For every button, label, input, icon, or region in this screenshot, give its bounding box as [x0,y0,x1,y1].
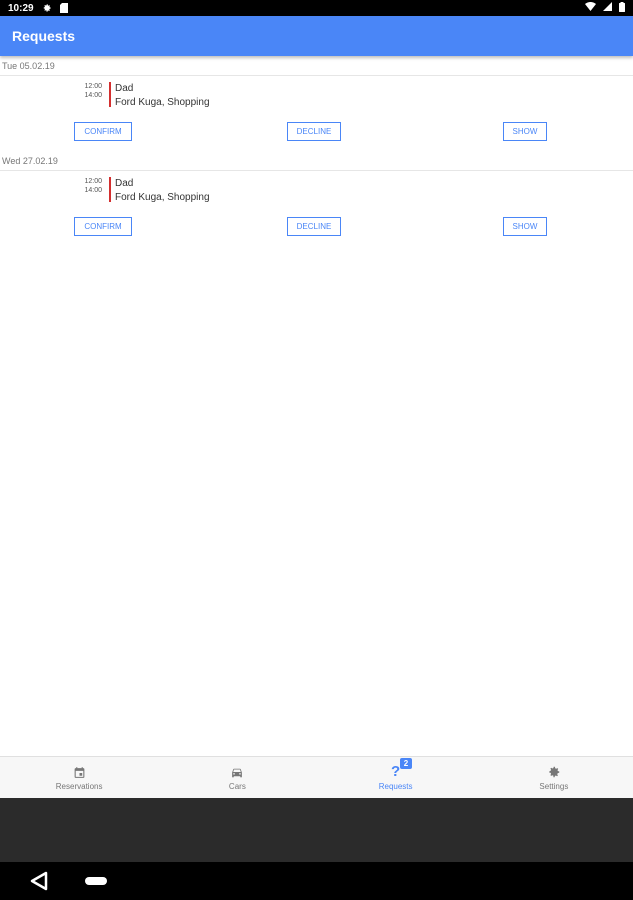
signal-icon [603,2,612,14]
nav-label: Requests [378,782,413,791]
end-time: 14:00 [84,187,102,194]
end-time: 14:00 [84,92,102,99]
show-button[interactable]: SHOW [503,217,547,236]
system-nav-bar [0,862,633,900]
nav-label: Reservations [55,782,103,791]
requests-count-badge: 2 [400,758,413,769]
nav-label: Settings [539,782,569,791]
nav-item-cars[interactable]: Cars [158,757,316,798]
home-pill-icon[interactable] [85,877,107,885]
day-header: Tue 05.02.19 [0,57,633,76]
requester-name: Dad [115,83,134,94]
nav-label: Cars [228,782,246,791]
request-item: 12:00 14:00 Dad Ford Kuga, Shopping CONF… [0,76,633,152]
car-icon [230,764,244,780]
nav-item-requests[interactable]: ? 2 Requests [317,757,475,798]
decline-button[interactable]: DECLINE [287,217,341,236]
bottom-nav: Reservations Cars ? 2 Requests Settings [0,756,633,798]
wifi-icon [585,1,596,14]
question-mark-icon: ? 2 [391,758,413,780]
time-range: 12:00 14:00 [82,177,102,195]
request-detail: Ford Kuga, Shopping [115,192,210,203]
request-details: Dad Ford Kuga, Shopping [115,82,210,110]
show-button[interactable]: SHOW [503,122,547,141]
empty-area [0,798,633,862]
gear-icon [42,3,52,13]
start-time: 12:00 [84,83,102,90]
requester-name: Dad [115,178,134,189]
confirm-button[interactable]: CONFIRM [74,122,132,141]
nav-item-settings[interactable]: Settings [475,757,633,798]
day-header: Wed 27.02.19 [0,152,633,171]
start-time: 12:00 [84,178,102,185]
confirm-button[interactable]: CONFIRM [74,217,132,236]
request-item: 12:00 14:00 Dad Ford Kuga, Shopping CONF… [0,171,633,247]
time-indicator-bar [109,82,111,107]
status-bar: 10:29 [0,0,633,16]
app-bar: Requests [0,16,633,56]
time-range: 12:00 14:00 [82,82,102,100]
back-icon[interactable] [28,870,50,892]
nav-item-reservations[interactable]: Reservations [0,757,158,798]
request-detail: Ford Kuga, Shopping [115,97,210,108]
page-title: Requests [12,28,76,44]
battery-icon [619,1,625,15]
time-indicator-bar [109,177,111,202]
decline-button[interactable]: DECLINE [287,122,341,141]
gear-icon [547,764,561,780]
calendar-icon [73,764,86,780]
sim-card-icon [59,3,68,13]
requests-list: Tue 05.02.19 12:00 14:00 Dad Ford Kuga, … [0,57,633,247]
request-details: Dad Ford Kuga, Shopping [115,177,210,205]
status-time: 10:29 [8,2,34,14]
